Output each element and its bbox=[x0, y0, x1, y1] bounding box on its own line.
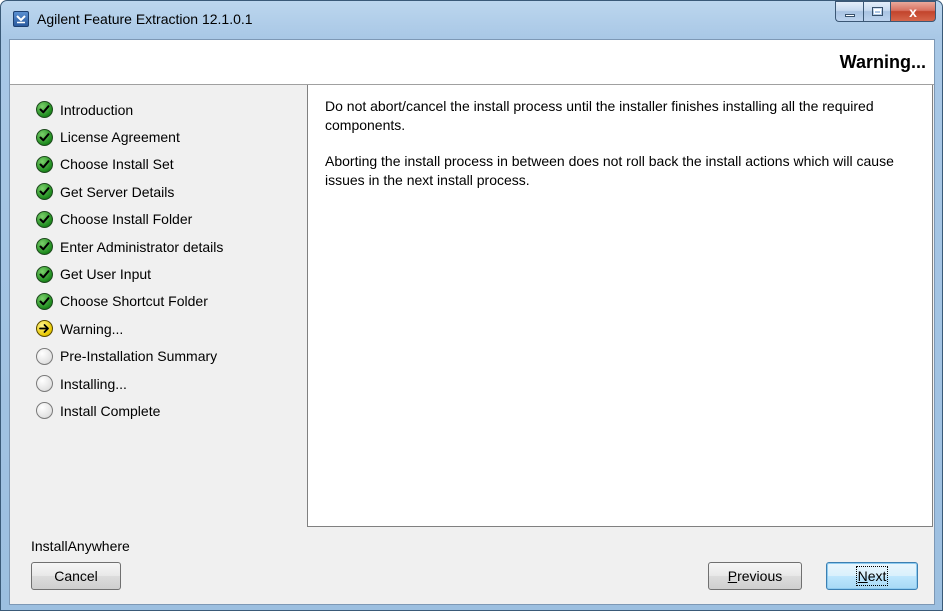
close-icon: x bbox=[909, 4, 917, 20]
install-step: Enter Administrator details bbox=[36, 233, 223, 260]
installer-app-icon[interactable] bbox=[13, 11, 29, 27]
install-step: Install Complete bbox=[36, 397, 223, 424]
empty-circle-icon bbox=[36, 375, 53, 393]
install-step-label: Choose Install Folder bbox=[60, 211, 193, 228]
empty-circle-icon bbox=[36, 347, 53, 365]
check-icon bbox=[36, 210, 53, 228]
installer-client-area: Warning... Introduction License Agreement… bbox=[9, 39, 935, 605]
title-bar[interactable]: Agilent Feature Extraction 12.1.0.1 x bbox=[1, 1, 942, 39]
maximize-button[interactable] bbox=[863, 1, 890, 22]
warning-message-panel: Do not abort/cancel the install process … bbox=[307, 85, 933, 527]
cancel-button[interactable]: Cancel bbox=[31, 562, 121, 590]
check-icon bbox=[36, 183, 53, 201]
step-header: Warning... bbox=[10, 40, 934, 85]
previous-mnemonic: P bbox=[727, 568, 738, 584]
next-mnemonic: N bbox=[857, 568, 868, 584]
window-title: Agilent Feature Extraction 12.1.0.1 bbox=[37, 11, 253, 27]
install-step-label: Install Complete bbox=[60, 402, 161, 419]
install-steps-list: Introduction License Agreement Choose Inst… bbox=[36, 96, 223, 425]
arrow-right-icon bbox=[36, 320, 53, 338]
install-step: Choose Install Set bbox=[36, 151, 223, 178]
check-icon bbox=[36, 155, 53, 173]
installanywhere-brand: InstallAnywhere bbox=[31, 538, 130, 554]
next-label: ext bbox=[867, 568, 887, 584]
previous-button[interactable]: Previous bbox=[708, 562, 802, 590]
install-step: Installing... bbox=[36, 370, 223, 397]
install-step-label: Introduction bbox=[60, 101, 134, 118]
install-step: Pre-Installation Summary bbox=[36, 343, 223, 370]
caption-buttons: x bbox=[835, 1, 936, 22]
installer-window: Agilent Feature Extraction 12.1.0.1 x Wa… bbox=[0, 0, 943, 611]
next-label-wrap: Next bbox=[855, 566, 889, 586]
install-step-label: Installing... bbox=[60, 375, 127, 392]
install-step-label: Get Server Details bbox=[60, 183, 175, 200]
check-icon bbox=[36, 128, 53, 146]
install-step: Introduction bbox=[36, 96, 223, 123]
install-step-label: Enter Administrator details bbox=[60, 238, 224, 255]
check-icon bbox=[36, 265, 53, 283]
install-step-label: Warning... bbox=[60, 320, 124, 337]
install-step: Choose Install Folder bbox=[36, 206, 223, 233]
install-step-label: Choose Shortcut Folder bbox=[60, 293, 208, 310]
step-title: Warning... bbox=[839, 52, 926, 72]
install-step-label: License Agreement bbox=[60, 129, 180, 146]
next-button[interactable]: Next bbox=[826, 562, 918, 590]
install-step: Warning... bbox=[36, 315, 223, 342]
warning-paragraph: Aborting the install process in between … bbox=[325, 153, 894, 188]
install-step: License Agreement bbox=[36, 123, 223, 150]
install-step: Get Server Details bbox=[36, 178, 223, 205]
minimize-icon bbox=[845, 14, 855, 17]
minimize-button[interactable] bbox=[835, 1, 863, 22]
install-step-label: Pre-Installation Summary bbox=[60, 348, 218, 365]
close-button[interactable]: x bbox=[890, 1, 936, 22]
check-icon bbox=[36, 101, 53, 119]
install-step: Choose Shortcut Folder bbox=[36, 288, 223, 315]
maximize-icon bbox=[872, 7, 883, 16]
empty-circle-icon bbox=[36, 402, 53, 420]
install-step: Get User Input bbox=[36, 260, 223, 287]
previous-label: revious bbox=[737, 568, 783, 584]
install-step-label: Choose Install Set bbox=[60, 156, 174, 173]
check-icon bbox=[36, 238, 53, 256]
check-icon bbox=[36, 292, 53, 310]
warning-paragraph: Do not abort/cancel the install process … bbox=[325, 98, 874, 133]
install-step-label: Get User Input bbox=[60, 266, 152, 283]
